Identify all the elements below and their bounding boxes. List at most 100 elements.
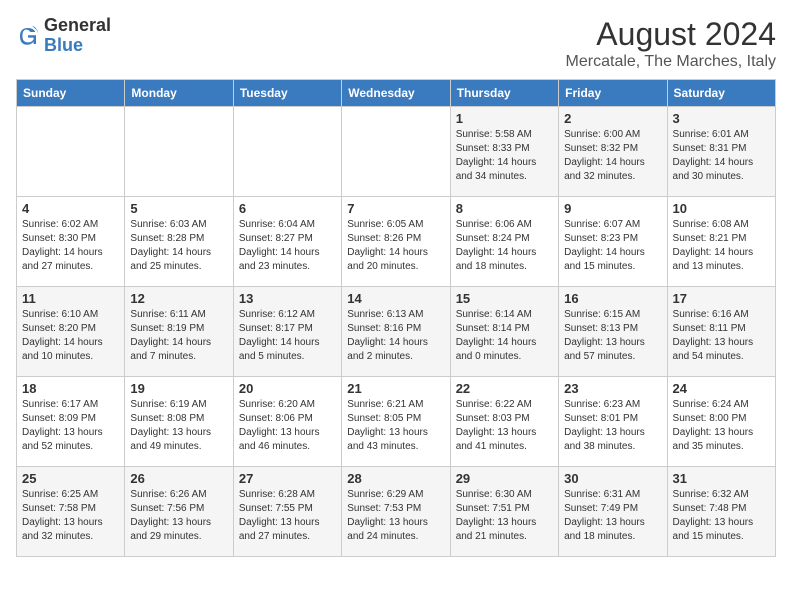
calendar-cell: 2Sunrise: 6:00 AM Sunset: 8:32 PM Daylig…: [559, 107, 667, 197]
calendar-title: August 2024: [566, 16, 776, 53]
calendar-cell: 21Sunrise: 6:21 AM Sunset: 8:05 PM Dayli…: [342, 377, 450, 467]
day-number: 21: [347, 381, 444, 396]
calendar-cell: 22 Sunrise: 6:22 AM Sunset: 8:03 PM Dayli…: [450, 377, 558, 467]
calendar-cell: 24 Sunrise: 6:24 AM Sunset: 8:00 PM Dayli…: [667, 377, 775, 467]
day-info: Sunrise: 6:01 AM Sunset: 8:31 PM Dayligh…: [673, 128, 770, 184]
day-number: 16: [564, 291, 661, 306]
days-header-row: SundayMondayTuesdayWednesdayThursdayFrid…: [17, 80, 776, 107]
calendar-subtitle: Mercatale, The Marches, Italy: [566, 53, 776, 71]
day-number: 4: [22, 201, 119, 216]
day-info: Sunrise: 6:30 AM Sunset: 7:51 PM Dayligh…: [456, 488, 553, 544]
day-number: 3: [673, 111, 770, 126]
day-info: Sunrise: 6:17 AM Sunset: 8:09 PM Dayligh…: [22, 398, 119, 454]
day-number: 27: [239, 471, 336, 486]
calendar-cell: 17 Sunrise: 6:16 AM Sunset: 8:11 PM Dayli…: [667, 287, 775, 377]
day-number: 25: [22, 471, 119, 486]
day-info: Sunrise: 6:29 AM Sunset: 7:53 PM Dayligh…: [347, 488, 444, 544]
day-info: Sunrise: 6:14 AM Sunset: 8:14 PM Dayligh…: [456, 308, 553, 364]
day-info: Sunrise: 6:08 AM Sunset: 8:21 PM Dayligh…: [673, 218, 770, 274]
day-info: Sunrise: 6:11 AM Sunset: 8:19 PM Dayligh…: [130, 308, 227, 364]
day-number: 10: [673, 201, 770, 216]
day-number: 20: [239, 381, 336, 396]
calendar-table: SundayMondayTuesdayWednesdayThursdayFrid…: [16, 79, 776, 557]
day-info: Sunrise: 6:23 AM Sunset: 8:01 PM Dayligh…: [564, 398, 661, 454]
day-info: Sunrise: 6:10 AM Sunset: 8:20 PM Dayligh…: [22, 308, 119, 364]
day-info: Sunrise: 6:06 AM Sunset: 8:24 PM Dayligh…: [456, 218, 553, 274]
calendar-cell: 18Sunrise: 6:17 AM Sunset: 8:09 PM Dayli…: [17, 377, 125, 467]
day-number: 6: [239, 201, 336, 216]
calendar-cell: 3 Sunrise: 6:01 AM Sunset: 8:31 PM Daylig…: [667, 107, 775, 197]
calendar-week-2: 4 Sunrise: 6:02 AM Sunset: 8:30 PM Daylig…: [17, 197, 776, 287]
day-info: Sunrise: 6:20 AM Sunset: 8:06 PM Dayligh…: [239, 398, 336, 454]
calendar-cell: 7 Sunrise: 6:05 AM Sunset: 8:26 PM Daylig…: [342, 197, 450, 287]
calendar-cell: 6Sunrise: 6:04 AM Sunset: 8:27 PM Daylig…: [233, 197, 341, 287]
calendar-cell: 19 Sunrise: 6:19 AM Sunset: 8:08 PM Dayli…: [125, 377, 233, 467]
calendar-cell: [342, 107, 450, 197]
calendar-cell: 5 Sunrise: 6:03 AM Sunset: 8:28 PM Daylig…: [125, 197, 233, 287]
calendar-cell: 12Sunrise: 6:11 AM Sunset: 8:19 PM Dayli…: [125, 287, 233, 377]
day-number: 31: [673, 471, 770, 486]
day-number: 15: [456, 291, 553, 306]
logo: General Blue: [16, 16, 111, 56]
page-header: General Blue August 2024 Mercatale, The …: [16, 16, 776, 71]
calendar-cell: 30 Sunrise: 6:31 AM Sunset: 7:49 PM Dayli…: [559, 467, 667, 557]
day-info: Sunrise: 6:24 AM Sunset: 8:00 PM Dayligh…: [673, 398, 770, 454]
calendar-cell: 20 Sunrise: 6:20 AM Sunset: 8:06 PM Dayli…: [233, 377, 341, 467]
day-header-wednesday: Wednesday: [342, 80, 450, 107]
day-header-saturday: Saturday: [667, 80, 775, 107]
calendar-cell: [125, 107, 233, 197]
calendar-cell: 4 Sunrise: 6:02 AM Sunset: 8:30 PM Daylig…: [17, 197, 125, 287]
logo-text: General Blue: [44, 16, 111, 56]
calendar-cell: 23 Sunrise: 6:23 AM Sunset: 8:01 PM Dayli…: [559, 377, 667, 467]
calendar-cell: 31 Sunrise: 6:32 AM Sunset: 7:48 PM Dayli…: [667, 467, 775, 557]
day-header-friday: Friday: [559, 80, 667, 107]
day-number: 13: [239, 291, 336, 306]
logo-icon: [16, 24, 40, 48]
calendar-body: 1 Sunrise: 5:58 AM Sunset: 8:33 PM Daylig…: [17, 107, 776, 557]
calendar-cell: 11Sunrise: 6:10 AM Sunset: 8:20 PM Dayli…: [17, 287, 125, 377]
day-number: 8: [456, 201, 553, 216]
day-info: Sunrise: 6:32 AM Sunset: 7:48 PM Dayligh…: [673, 488, 770, 544]
calendar-cell: 9Sunrise: 6:07 AM Sunset: 8:23 PM Daylig…: [559, 197, 667, 287]
calendar-cell: 27 Sunrise: 6:28 AM Sunset: 7:55 PM Dayli…: [233, 467, 341, 557]
day-info: Sunrise: 6:26 AM Sunset: 7:56 PM Dayligh…: [130, 488, 227, 544]
day-info: Sunrise: 6:07 AM Sunset: 8:23 PM Dayligh…: [564, 218, 661, 274]
calendar-header: SundayMondayTuesdayWednesdayThursdayFrid…: [17, 80, 776, 107]
calendar-cell: 25Sunrise: 6:25 AM Sunset: 7:58 PM Dayli…: [17, 467, 125, 557]
day-number: 14: [347, 291, 444, 306]
calendar-cell: 26Sunrise: 6:26 AM Sunset: 7:56 PM Dayli…: [125, 467, 233, 557]
day-number: 30: [564, 471, 661, 486]
day-info: Sunrise: 6:28 AM Sunset: 7:55 PM Dayligh…: [239, 488, 336, 544]
day-number: 7: [347, 201, 444, 216]
calendar-cell: 10 Sunrise: 6:08 AM Sunset: 8:21 PM Dayli…: [667, 197, 775, 287]
calendar-cell: 28 Sunrise: 6:29 AM Sunset: 7:53 PM Dayli…: [342, 467, 450, 557]
day-info: Sunrise: 6:05 AM Sunset: 8:26 PM Dayligh…: [347, 218, 444, 274]
calendar-cell: 8 Sunrise: 6:06 AM Sunset: 8:24 PM Daylig…: [450, 197, 558, 287]
calendar-cell: 16Sunrise: 6:15 AM Sunset: 8:13 PM Dayli…: [559, 287, 667, 377]
day-number: 5: [130, 201, 227, 216]
day-header-thursday: Thursday: [450, 80, 558, 107]
day-info: Sunrise: 6:12 AM Sunset: 8:17 PM Dayligh…: [239, 308, 336, 364]
day-number: 17: [673, 291, 770, 306]
day-info: Sunrise: 6:19 AM Sunset: 8:08 PM Dayligh…: [130, 398, 227, 454]
day-number: 2: [564, 111, 661, 126]
day-number: 24: [673, 381, 770, 396]
day-header-sunday: Sunday: [17, 80, 125, 107]
day-info: Sunrise: 5:58 AM Sunset: 8:33 PM Dayligh…: [456, 128, 553, 184]
day-info: Sunrise: 6:02 AM Sunset: 8:30 PM Dayligh…: [22, 218, 119, 274]
day-info: Sunrise: 6:03 AM Sunset: 8:28 PM Dayligh…: [130, 218, 227, 274]
day-info: Sunrise: 6:31 AM Sunset: 7:49 PM Dayligh…: [564, 488, 661, 544]
calendar-week-3: 11Sunrise: 6:10 AM Sunset: 8:20 PM Dayli…: [17, 287, 776, 377]
calendar-week-5: 25Sunrise: 6:25 AM Sunset: 7:58 PM Dayli…: [17, 467, 776, 557]
day-info: Sunrise: 6:16 AM Sunset: 8:11 PM Dayligh…: [673, 308, 770, 364]
day-info: Sunrise: 6:13 AM Sunset: 8:16 PM Dayligh…: [347, 308, 444, 364]
day-number: 23: [564, 381, 661, 396]
day-number: 1: [456, 111, 553, 126]
calendar-cell: 1 Sunrise: 5:58 AM Sunset: 8:33 PM Daylig…: [450, 107, 558, 197]
day-number: 22: [456, 381, 553, 396]
day-number: 28: [347, 471, 444, 486]
calendar-cell: [17, 107, 125, 197]
day-number: 19: [130, 381, 227, 396]
day-header-monday: Monday: [125, 80, 233, 107]
day-info: Sunrise: 6:22 AM Sunset: 8:03 PM Dayligh…: [456, 398, 553, 454]
